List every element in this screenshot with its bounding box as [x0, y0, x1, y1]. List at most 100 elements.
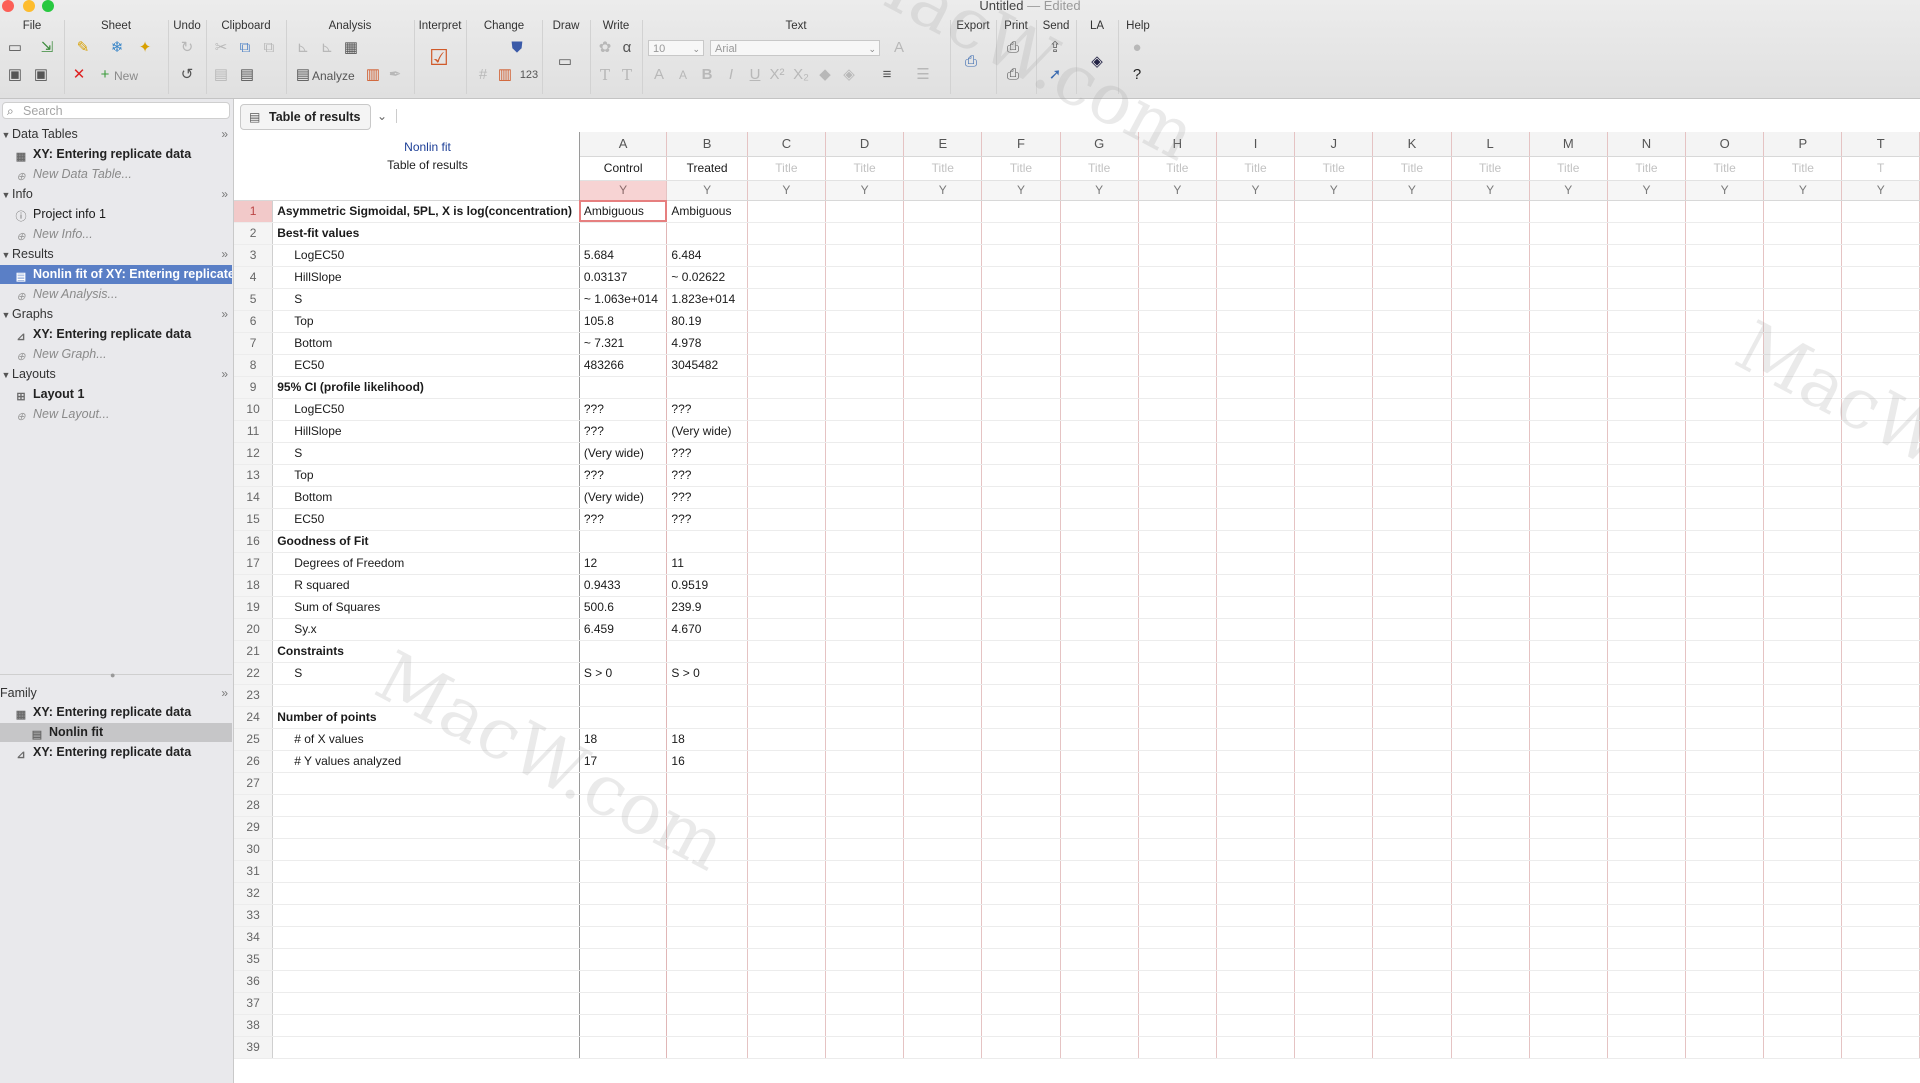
empty-cell[interactable] [903, 354, 983, 377]
cell-treated[interactable] [666, 794, 748, 817]
help-icon[interactable]: ? [1126, 65, 1148, 85]
empty-cell[interactable] [1763, 860, 1843, 883]
column-header-c[interactable]: C [747, 132, 827, 157]
magic-wand-icon[interactable]: ✦ [134, 38, 156, 58]
empty-cell[interactable] [1607, 772, 1687, 795]
empty-cell[interactable] [903, 948, 983, 971]
sidebar-item-nonlin-fit[interactable]: ▤ Nonlin fit of XY: Entering replicate [0, 265, 232, 284]
row-number[interactable]: 27 [234, 772, 274, 795]
empty-cell[interactable] [1294, 728, 1374, 751]
row-label[interactable]: Top [272, 464, 580, 487]
empty-cell[interactable] [981, 574, 1061, 597]
checklist-icon[interactable]: ☑ [428, 47, 450, 69]
empty-cell[interactable] [1372, 706, 1452, 729]
empty-cell[interactable] [1216, 728, 1296, 751]
empty-cell[interactable] [903, 376, 983, 399]
empty-cell[interactable] [1529, 706, 1608, 729]
empty-cell[interactable] [1060, 508, 1139, 531]
row-label[interactable] [272, 816, 580, 839]
empty-cell[interactable] [981, 354, 1061, 377]
row-label[interactable]: Best-fit values [272, 222, 580, 245]
empty-cell[interactable] [1451, 552, 1530, 575]
empty-cell[interactable] [1607, 992, 1687, 1015]
column-header-a[interactable]: A [579, 132, 668, 157]
empty-cell[interactable] [747, 684, 827, 707]
empty-cell[interactable] [1685, 530, 1765, 553]
empty-cell[interactable] [1294, 904, 1374, 927]
empty-cell[interactable] [1607, 464, 1687, 487]
column-title-d[interactable]: Title [825, 156, 905, 181]
empty-cell[interactable] [1372, 816, 1452, 839]
empty-cell[interactable] [1372, 288, 1452, 311]
empty-cell[interactable] [1841, 398, 1920, 421]
empty-cell[interactable] [1529, 970, 1608, 993]
shape-icon[interactable]: ▭ [554, 52, 576, 72]
empty-cell[interactable] [981, 288, 1061, 311]
empty-cell[interactable] [1451, 1036, 1530, 1059]
empty-cell[interactable] [1372, 508, 1452, 531]
empty-cell[interactable] [1451, 750, 1530, 773]
empty-cell[interactable] [825, 882, 905, 905]
empty-cell[interactable] [1451, 486, 1530, 509]
empty-cell[interactable] [1529, 354, 1608, 377]
empty-cell[interactable] [903, 398, 983, 421]
analyze-icon[interactable]: ▤ [292, 65, 314, 85]
empty-cell[interactable] [1685, 508, 1765, 531]
empty-cell[interactable] [1216, 882, 1296, 905]
row-number[interactable]: 25 [234, 728, 274, 751]
cell-treated[interactable] [666, 860, 748, 883]
empty-cell[interactable] [1451, 508, 1530, 531]
empty-cell[interactable] [1216, 486, 1296, 509]
empty-cell[interactable] [825, 816, 905, 839]
empty-cell[interactable] [1372, 772, 1452, 795]
empty-cell[interactable] [1607, 354, 1687, 377]
expand-icon[interactable]: » [221, 365, 228, 383]
empty-cell[interactable] [1607, 838, 1687, 861]
row-number[interactable]: 32 [234, 882, 274, 905]
paste-menu-icon[interactable]: ▤ [236, 65, 258, 85]
greek-alpha-icon[interactable]: α [616, 38, 638, 58]
row-label[interactable]: Sy.x [272, 618, 580, 641]
empty-cell[interactable] [1841, 728, 1920, 751]
empty-cell[interactable] [1372, 904, 1452, 927]
empty-cell[interactable] [1138, 618, 1217, 641]
cell-treated[interactable] [666, 1014, 748, 1037]
empty-cell[interactable] [1607, 728, 1687, 751]
row-number[interactable]: 5 [234, 288, 274, 311]
align-icon[interactable]: ≡ [876, 65, 898, 85]
expand-icon[interactable]: » [221, 125, 228, 143]
empty-cell[interactable] [1138, 684, 1217, 707]
row-label[interactable]: Goodness of Fit [272, 530, 580, 553]
empty-cell[interactable] [1216, 288, 1296, 311]
empty-cell[interactable] [1138, 750, 1217, 773]
cell-treated[interactable]: ??? [666, 508, 748, 531]
cell-treated[interactable]: 11 [666, 552, 748, 575]
empty-cell[interactable] [1372, 618, 1452, 641]
empty-cell[interactable] [1841, 244, 1920, 267]
empty-cell[interactable] [1763, 266, 1843, 289]
empty-cell[interactable] [1138, 442, 1217, 465]
empty-cell[interactable] [1294, 398, 1374, 421]
cell-treated[interactable]: 18 [666, 728, 748, 751]
empty-cell[interactable] [1529, 618, 1608, 641]
cell-treated[interactable] [666, 1036, 748, 1059]
y-subheader-m[interactable]: Y [1529, 180, 1608, 201]
row-label[interactable] [272, 904, 580, 927]
empty-cell[interactable] [1294, 244, 1374, 267]
empty-cell[interactable] [1060, 882, 1139, 905]
empty-cell[interactable] [1060, 992, 1139, 1015]
empty-cell[interactable] [1841, 618, 1920, 641]
empty-cell[interactable] [1372, 486, 1452, 509]
italic-icon[interactable]: I [720, 65, 742, 85]
empty-cell[interactable] [1060, 926, 1139, 949]
empty-cell[interactable] [1607, 508, 1687, 531]
row-number[interactable]: 6 [234, 310, 274, 333]
empty-cell[interactable] [1607, 288, 1687, 311]
cell-treated[interactable]: 3045482 [666, 354, 748, 377]
empty-cell[interactable] [981, 266, 1061, 289]
empty-cell[interactable] [1763, 442, 1843, 465]
empty-cell[interactable] [747, 222, 827, 245]
empty-cell[interactable] [1216, 640, 1296, 663]
empty-cell[interactable] [1763, 552, 1843, 575]
empty-cell[interactable] [903, 1014, 983, 1037]
